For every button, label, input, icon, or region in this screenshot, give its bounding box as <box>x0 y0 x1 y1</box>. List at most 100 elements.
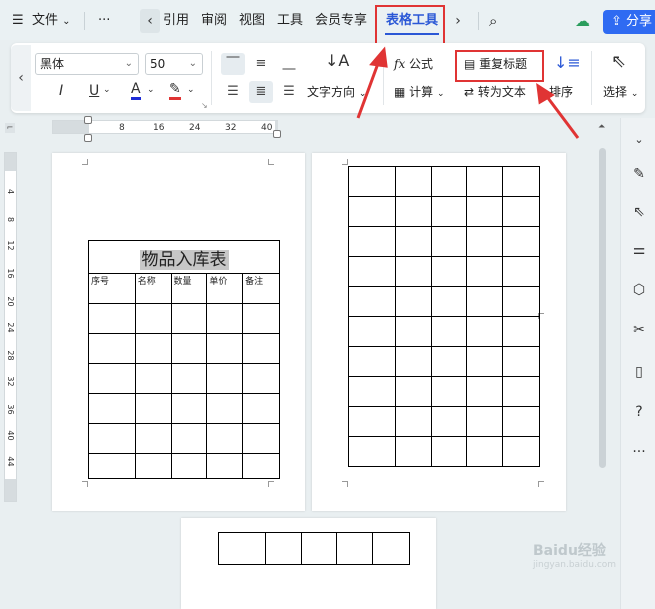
table-cell[interactable] <box>502 256 540 287</box>
table-cell[interactable] <box>394 166 432 197</box>
table-cell[interactable] <box>242 303 280 334</box>
table-cell[interactable] <box>134 453 172 479</box>
table-cell[interactable] <box>348 286 396 317</box>
table-cell[interactable] <box>88 363 136 394</box>
table-cell[interactable] <box>430 406 468 437</box>
table-cell[interactable] <box>242 453 280 479</box>
book-icon[interactable]: ▯ <box>631 364 647 380</box>
right-indent-marker[interactable] <box>273 130 281 138</box>
table-cell[interactable] <box>170 363 208 394</box>
table-cell[interactable] <box>430 166 468 197</box>
continued-table[interactable] <box>348 166 540 467</box>
table-cell[interactable] <box>170 303 208 334</box>
table-cell[interactable] <box>134 363 172 394</box>
collapse-icon[interactable]: ⌄ <box>631 132 647 148</box>
table-cell[interactable] <box>336 532 374 565</box>
table-cell[interactable] <box>206 393 244 424</box>
table-cell[interactable] <box>88 303 136 334</box>
table-cell[interactable] <box>466 406 504 437</box>
table-cell[interactable] <box>242 363 280 394</box>
table-cell[interactable] <box>394 226 432 257</box>
header-cell-index[interactable]: 序号 <box>88 273 136 304</box>
table-cell[interactable] <box>502 166 540 197</box>
vertical-ruler[interactable]: 4 8 12 16 20 24 28 32 36 40 44 <box>4 152 17 502</box>
table-cell[interactable] <box>206 363 244 394</box>
more-options-icon[interactable]: ··· <box>631 444 647 460</box>
table-cell[interactable] <box>394 196 432 227</box>
table-cell[interactable] <box>430 436 468 467</box>
select-cursor-icon[interactable]: ⇖ <box>631 204 647 220</box>
shape-icon[interactable]: ⬡ <box>631 282 647 298</box>
table-cell[interactable] <box>348 166 396 197</box>
table-cell[interactable] <box>218 532 266 565</box>
help-icon[interactable]: ? <box>631 404 647 420</box>
table-cell[interactable] <box>430 196 468 227</box>
table-cell[interactable] <box>394 316 432 347</box>
table-cell[interactable] <box>394 406 432 437</box>
table-cell[interactable] <box>466 316 504 347</box>
table-cell[interactable] <box>430 316 468 347</box>
header-cell-name[interactable]: 名称 <box>134 273 172 304</box>
table-cell[interactable] <box>502 196 540 227</box>
table-cell[interactable] <box>348 196 396 227</box>
table-cell[interactable] <box>242 333 280 364</box>
table-cell[interactable] <box>430 226 468 257</box>
pen-icon[interactable]: ✎ <box>631 166 647 182</box>
table-cell[interactable] <box>300 532 338 565</box>
table-cell[interactable] <box>88 423 136 454</box>
table-cell[interactable] <box>348 346 396 377</box>
table-cell[interactable] <box>348 226 396 257</box>
table-cell[interactable] <box>394 376 432 407</box>
table-cell[interactable] <box>502 406 540 437</box>
table-cell[interactable] <box>372 532 410 565</box>
settings-sliders-icon[interactable]: ⚌ <box>631 242 647 258</box>
continued-table[interactable] <box>218 532 410 565</box>
table-cell[interactable] <box>348 436 396 467</box>
table-cell[interactable] <box>88 333 136 364</box>
table-title-cell[interactable]: 物品入库表 <box>88 240 280 274</box>
header-cell-notes[interactable]: 备注 <box>242 273 280 304</box>
table-cell[interactable] <box>502 346 540 377</box>
table-cell[interactable] <box>206 333 244 364</box>
table-cell[interactable] <box>88 453 136 479</box>
table-cell[interactable] <box>206 453 244 479</box>
vertical-scrollbar[interactable] <box>599 148 606 468</box>
table-cell[interactable] <box>502 376 540 407</box>
table-cell[interactable] <box>466 286 504 317</box>
table-cell[interactable] <box>394 436 432 467</box>
table-cell[interactable] <box>170 333 208 364</box>
document-page-1[interactable]: 物品入库表 序号 名称 数量 单价 备注 <box>52 153 305 511</box>
table-cell[interactable] <box>242 423 280 454</box>
table-cell[interactable] <box>502 286 540 317</box>
table-cell[interactable] <box>430 346 468 377</box>
table-cell[interactable] <box>348 406 396 437</box>
table-cell[interactable] <box>430 286 468 317</box>
table-cell[interactable] <box>502 436 540 467</box>
tools-icon[interactable]: ✂ <box>631 322 647 338</box>
table-cell[interactable] <box>348 316 396 347</box>
table-cell[interactable] <box>394 346 432 377</box>
table-cell[interactable] <box>242 393 280 424</box>
table-cell[interactable] <box>430 376 468 407</box>
table-cell[interactable] <box>394 256 432 287</box>
table-cell[interactable] <box>264 532 302 565</box>
table-cell[interactable] <box>502 316 540 347</box>
table-cell[interactable] <box>134 303 172 334</box>
header-cell-quantity[interactable]: 数量 <box>170 273 208 304</box>
table-cell[interactable] <box>348 256 396 287</box>
table-cell[interactable] <box>466 436 504 467</box>
table-cell[interactable] <box>466 376 504 407</box>
table-cell[interactable] <box>466 196 504 227</box>
table-cell[interactable] <box>170 423 208 454</box>
table-cell[interactable] <box>170 453 208 479</box>
table-cell[interactable] <box>170 393 208 424</box>
table-cell[interactable] <box>88 393 136 424</box>
table-cell[interactable] <box>134 333 172 364</box>
indent-marker[interactable] <box>84 134 92 142</box>
scroll-up-icon[interactable]: ⏶ <box>598 122 605 132</box>
document-page-2[interactable] <box>312 153 566 511</box>
table-cell[interactable] <box>502 226 540 257</box>
table-cell[interactable] <box>206 423 244 454</box>
inventory-table[interactable]: 物品入库表 序号 名称 数量 单价 备注 <box>88 240 280 479</box>
table-cell[interactable] <box>430 256 468 287</box>
